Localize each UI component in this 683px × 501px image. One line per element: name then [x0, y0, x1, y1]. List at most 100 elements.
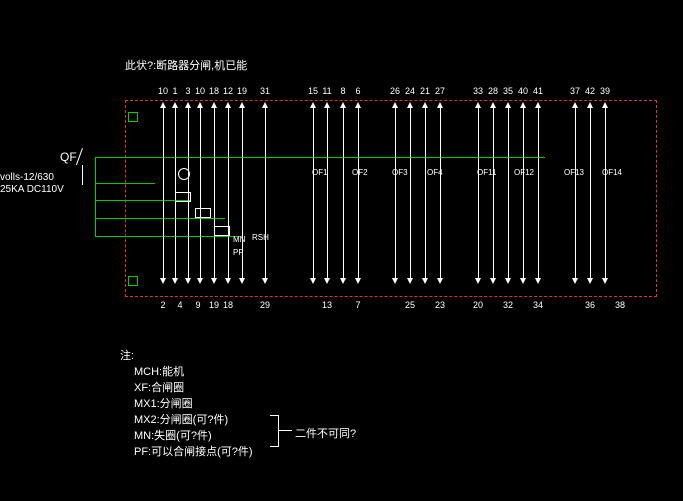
- inner-vert-10: [343, 120, 344, 278]
- bus-4: [95, 218, 225, 219]
- top-stub-3: [200, 106, 201, 120]
- bot-terminal-12: 34: [533, 300, 543, 310]
- top-stub-20: [538, 106, 539, 120]
- gnd-box-2: [128, 276, 138, 286]
- arrow-up-icon: [437, 102, 443, 108]
- inner-vert-11: [358, 120, 359, 278]
- arrow-up-icon: [262, 102, 268, 108]
- arrow-down-icon: [520, 278, 526, 284]
- top-stub-18: [508, 106, 509, 120]
- contact-of2: OF2: [352, 168, 368, 177]
- arrow-up-icon: [310, 102, 316, 108]
- inner-vert-9: [327, 120, 328, 278]
- top-stub-17: [493, 106, 494, 120]
- inner-vert-7: [265, 120, 266, 278]
- bus-vert: [95, 157, 96, 236]
- switch-icon: [76, 148, 83, 165]
- arrow-up-icon: [239, 102, 245, 108]
- arrow-up-icon: [505, 102, 511, 108]
- top-stub-6: [242, 106, 243, 120]
- top-terminal-5: 12: [223, 86, 233, 96]
- bot-terminal-6: 13: [322, 300, 332, 310]
- top-terminal-4: 18: [209, 86, 219, 96]
- note-xf: XF:合闸圈: [120, 380, 253, 396]
- arrow-down-icon: [225, 278, 231, 284]
- contact-of4: OF4: [427, 168, 443, 177]
- top-terminal-3: 10: [195, 86, 205, 96]
- arrow-down-icon: [572, 278, 578, 284]
- top-stub-11: [358, 106, 359, 120]
- inner-vert-18: [508, 120, 509, 278]
- arrow-down-icon: [392, 278, 398, 284]
- inner-vert-3: [200, 120, 201, 278]
- mx1-coil-icon: [195, 208, 211, 218]
- inner-vert-15: [440, 120, 441, 278]
- arrow-down-icon: [197, 278, 203, 284]
- top-terminal-13: 24: [405, 86, 415, 96]
- top-terminal-21: 37: [570, 86, 580, 96]
- contact-of12: OF12: [514, 168, 534, 177]
- arrow-up-icon: [407, 102, 413, 108]
- brace-icon: [270, 415, 279, 447]
- arrow-up-icon: [422, 102, 428, 108]
- arrow-down-icon: [160, 278, 166, 284]
- arrow-up-icon: [324, 102, 330, 108]
- arrow-down-icon: [324, 278, 330, 284]
- arrow-down-icon: [422, 278, 428, 284]
- bot-terminal-10: 20: [473, 300, 483, 310]
- arrow-down-icon: [475, 278, 481, 284]
- inner-vert-23: [605, 120, 606, 278]
- top-stub-16: [478, 106, 479, 120]
- note-mx2: MX2:分闸圈(可?件): [120, 412, 253, 428]
- arrow-down-icon: [355, 278, 361, 284]
- inner-vert-8: [313, 120, 314, 278]
- schematic-canvas: 此状?:断路器分闸,机已能 QF volls-12/630 25KA DC110…: [0, 0, 683, 501]
- arrow-up-icon: [535, 102, 541, 108]
- arrow-down-icon: [239, 278, 245, 284]
- arrow-down-icon: [185, 278, 191, 284]
- top-stub-22: [590, 106, 591, 120]
- arrow-down-icon: [490, 278, 496, 284]
- arrow-up-icon: [602, 102, 608, 108]
- inner-vert-13: [410, 120, 411, 278]
- top-terminal-12: 26: [390, 86, 400, 96]
- bus-5: [95, 236, 240, 237]
- arrow-down-icon: [505, 278, 511, 284]
- spec-line2: 25KA DC110V: [0, 184, 64, 196]
- top-terminal-7: 31: [260, 86, 270, 96]
- pf-label: PF: [233, 248, 243, 257]
- top-stub-23: [605, 106, 606, 120]
- bot-terminal-0: 2: [160, 300, 165, 310]
- top-terminal-15: 27: [435, 86, 445, 96]
- note-pf: PF:可以合闸接点(可?件): [120, 444, 253, 460]
- bot-terminal-8: 25: [405, 300, 415, 310]
- breaker-stem: [82, 165, 83, 185]
- contact-of1: OF1: [312, 168, 328, 177]
- bot-terminal-7: 7: [355, 300, 360, 310]
- arrow-up-icon: [355, 102, 361, 108]
- arrow-down-icon: [172, 278, 178, 284]
- inner-vert-12: [395, 120, 396, 278]
- arrow-up-icon: [185, 102, 191, 108]
- top-terminal-23: 39: [600, 86, 610, 96]
- inner-vert-20: [538, 120, 539, 278]
- inner-vert-19: [523, 120, 524, 278]
- top-terminal-6: 19: [237, 86, 247, 96]
- notes-block: 注: MCH:能机 XF:合闸圈 MX1:分闸圈 MX2:分闸圈(可?件) MN…: [120, 348, 253, 460]
- arrow-up-icon: [197, 102, 203, 108]
- arrow-up-icon: [490, 102, 496, 108]
- contact-of11: OF11: [477, 168, 496, 177]
- arrow-up-icon: [172, 102, 178, 108]
- arrow-down-icon: [407, 278, 413, 284]
- top-terminal-9: 11: [322, 86, 331, 96]
- bot-terminal-9: 23: [435, 300, 445, 310]
- top-terminal-8: 15: [308, 86, 318, 96]
- inner-vert-21: [575, 120, 576, 278]
- arrow-up-icon: [520, 102, 526, 108]
- arrow-up-icon: [160, 102, 166, 108]
- top-terminal-2: 3: [185, 86, 190, 96]
- gnd-box-1: [128, 112, 138, 122]
- bot-terminal-5: 29: [260, 300, 270, 310]
- bot-terminal-14: 38: [615, 300, 625, 310]
- brace-tail: [278, 430, 292, 431]
